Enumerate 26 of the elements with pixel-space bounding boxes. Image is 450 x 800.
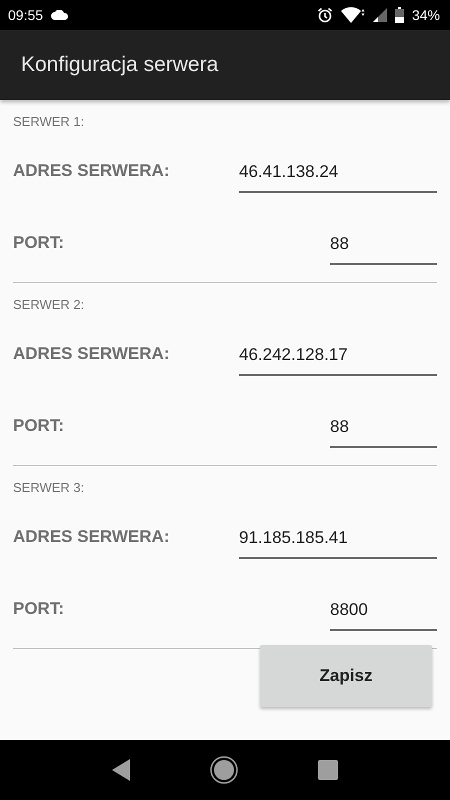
- field-label: ADRES SERWERA:: [13, 161, 170, 182]
- address-field[interactable]: 91.185.185.41: [239, 519, 437, 559]
- section-heading: SERWER 2:: [13, 296, 86, 313]
- section-heading: SERWER 1:: [13, 113, 86, 130]
- back-icon[interactable]: [112, 759, 130, 781]
- field-label: ADRES SERWERA:: [13, 344, 170, 365]
- section-heading: SERWER 3:: [13, 479, 86, 496]
- app-title: Konfiguracja serwera: [21, 53, 218, 77]
- save-button[interactable]: Zapisz: [260, 645, 432, 707]
- port-field[interactable]: 88: [330, 225, 437, 265]
- field-label: ADRES SERWERA:: [13, 527, 170, 548]
- alarm-icon: [316, 7, 333, 23]
- cloud-icon: [51, 10, 70, 20]
- home-icon[interactable]: [210, 756, 238, 784]
- wifi-icon: [340, 7, 365, 23]
- field-label: PORT:: [13, 599, 64, 620]
- port-field[interactable]: 8800: [330, 591, 437, 631]
- port-field[interactable]: 88: [330, 408, 437, 448]
- field-label: PORT:: [13, 416, 64, 437]
- signal-icon: [372, 8, 387, 22]
- field-label: PORT:: [13, 233, 64, 254]
- battery-icon: [394, 7, 404, 23]
- battery-percentage: 34%: [412, 7, 440, 23]
- address-field[interactable]: 46.41.138.24: [239, 153, 437, 193]
- clock: 09:55: [8, 7, 44, 23]
- address-field[interactable]: 46.242.128.17: [239, 336, 437, 376]
